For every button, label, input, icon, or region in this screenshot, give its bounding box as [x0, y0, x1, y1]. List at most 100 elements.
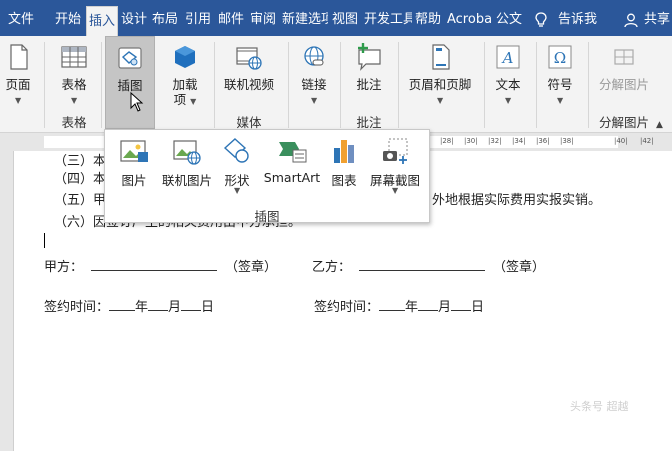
- tab-insert[interactable]: 插入: [86, 6, 118, 36]
- tab-home[interactable]: 开始: [55, 0, 83, 36]
- table-icon: [61, 46, 87, 68]
- symbols-label: 符号: [547, 77, 573, 92]
- year-label: 年: [405, 300, 419, 315]
- dropdown-group-label: 插图: [254, 209, 280, 224]
- screenshot-icon: [383, 138, 408, 164]
- online-video-button[interactable]: 联机视频: [218, 36, 280, 112]
- tab-help[interactable]: 帮助: [415, 0, 443, 36]
- chart-icon: [334, 140, 354, 163]
- tab-new-options[interactable]: 新建选项: [282, 0, 328, 36]
- ribbon-insert: 页面 ▼ 表格 ▼ 表格 插图 加载 项 ▼ 联机视频 媒体 链接 ▼ 批注 批…: [0, 36, 672, 133]
- header-footer-button[interactable]: 页眉和页脚 ▼: [402, 36, 478, 112]
- online-video-label: 联机视频: [223, 77, 274, 92]
- ruler-tick: |36|: [536, 137, 550, 145]
- tab-design[interactable]: 设计: [121, 0, 149, 36]
- insert-shapes-button[interactable]: 形状 ▼: [217, 130, 257, 200]
- divider: [288, 42, 289, 128]
- tab-file[interactable]: 文件: [8, 0, 38, 36]
- links-button[interactable]: 链接 ▼: [292, 36, 336, 112]
- insert-smartart-button[interactable]: SmartArt: [257, 130, 327, 200]
- ruler-tick: |38|: [560, 137, 574, 145]
- tab-mailings[interactable]: 邮件: [218, 0, 246, 36]
- page-icon: [10, 44, 28, 70]
- day-label: 日: [471, 300, 485, 315]
- chevron-down-icon: ▼: [190, 97, 197, 106]
- ruler-tick: |34|: [512, 137, 526, 145]
- chevron-down-icon: ▼: [311, 96, 318, 105]
- header-footer-icon: [432, 44, 450, 70]
- party-b-seal: （签章）: [493, 260, 546, 275]
- party-b-label: 乙方：: [312, 260, 352, 275]
- shapes-icon: [223, 138, 249, 163]
- date-label-b: 签约时间：: [314, 300, 380, 315]
- vertical-ruler[interactable]: [0, 151, 14, 451]
- lightbulb-icon: [535, 12, 547, 27]
- chevron-down-icon: ▼: [437, 96, 444, 105]
- chevron-down-icon: ▼: [15, 96, 22, 105]
- split-image-icon: [614, 49, 634, 65]
- split-image-button[interactable]: 分解图片: [594, 36, 654, 112]
- split-image-label: 分解图片: [598, 77, 649, 92]
- party-b-line: 乙方： （签章）: [312, 256, 545, 275]
- insert-picture-button[interactable]: 图片: [111, 130, 157, 200]
- text-cursor: [44, 233, 45, 248]
- comment-button[interactable]: 批注: [344, 36, 394, 112]
- ruler-tick: |40|: [614, 137, 628, 145]
- year-blank: [109, 297, 136, 311]
- text-icon: A: [496, 45, 520, 69]
- table-label: 表格: [61, 77, 87, 92]
- ruler-tick: |28|: [440, 137, 454, 145]
- chevron-down-icon: ▼: [505, 96, 512, 105]
- links-label: 链接: [301, 77, 327, 92]
- collapse-ribbon-icon[interactable]: ▲: [656, 120, 663, 130]
- tab-references[interactable]: 引用: [185, 0, 213, 36]
- divider: [340, 42, 341, 128]
- divider: [101, 42, 102, 128]
- illustration-icon: [118, 47, 142, 69]
- day-blank: [451, 297, 472, 311]
- party-a-signature-line: [91, 257, 218, 271]
- insert-chart-button[interactable]: 图表: [325, 130, 363, 200]
- chart-label: 图表: [331, 173, 357, 188]
- chevron-down-icon: ▼: [557, 96, 564, 105]
- divider: [536, 42, 537, 128]
- month-blank: [148, 297, 169, 311]
- person-icon: [624, 13, 638, 28]
- date-label-a: 签约时间：: [44, 300, 110, 315]
- insert-screenshot-button[interactable]: 屏幕截图 ▼: [365, 130, 425, 200]
- tab-layout[interactable]: 布局: [152, 0, 180, 36]
- tab-acrobat[interactable]: Acroba: [447, 0, 493, 36]
- tab-gongwen[interactable]: 公文: [496, 0, 524, 36]
- insert-online-picture-button[interactable]: 联机图片: [157, 130, 217, 200]
- smartart-icon: [279, 142, 307, 163]
- smartart-label: SmartArt: [263, 170, 321, 185]
- tab-review[interactable]: 审阅: [250, 0, 278, 36]
- date-line-b: 签约时间： 年 月 日: [314, 296, 484, 315]
- group-label-split-image: 分解图片: [598, 115, 649, 130]
- picture-label: 图片: [121, 173, 147, 188]
- addins-button[interactable]: 加载 项 ▼: [160, 36, 210, 112]
- divider: [484, 42, 485, 128]
- month-label: 月: [438, 300, 452, 315]
- online-picture-label: 联机图片: [161, 173, 212, 188]
- illustrations-dropdown: 图片 联机图片 形状 ▼ SmartArt 图表 屏幕截图 ▼ 插图: [104, 129, 430, 224]
- party-b-signature-line: [359, 257, 486, 271]
- text-label: 文本: [495, 77, 521, 92]
- doc-line-5-end: 外地根据实际费用实报实销。: [432, 193, 602, 208]
- illustrations-button[interactable]: 插图: [105, 36, 155, 129]
- divider: [44, 42, 45, 128]
- group-label-table: 表格: [61, 115, 87, 130]
- pages-button[interactable]: 页面 ▼: [0, 36, 36, 112]
- symbols-button[interactable]: Ω 符号 ▼: [540, 36, 580, 112]
- tab-view[interactable]: 视图: [332, 0, 360, 36]
- ruler-tick: |42|: [640, 137, 654, 145]
- text-button[interactable]: A 文本 ▼: [488, 36, 528, 112]
- tab-developer[interactable]: 开发工具: [364, 0, 412, 36]
- year-label: 年: [135, 300, 149, 315]
- picture-icon: [120, 140, 148, 162]
- comment-label: 批注: [356, 77, 382, 92]
- table-button[interactable]: 表格 ▼: [50, 36, 98, 112]
- comment-icon: [358, 43, 381, 71]
- date-line-a: 签约时间： 年 月 日: [44, 296, 214, 315]
- party-a-seal: （签章）: [225, 260, 278, 275]
